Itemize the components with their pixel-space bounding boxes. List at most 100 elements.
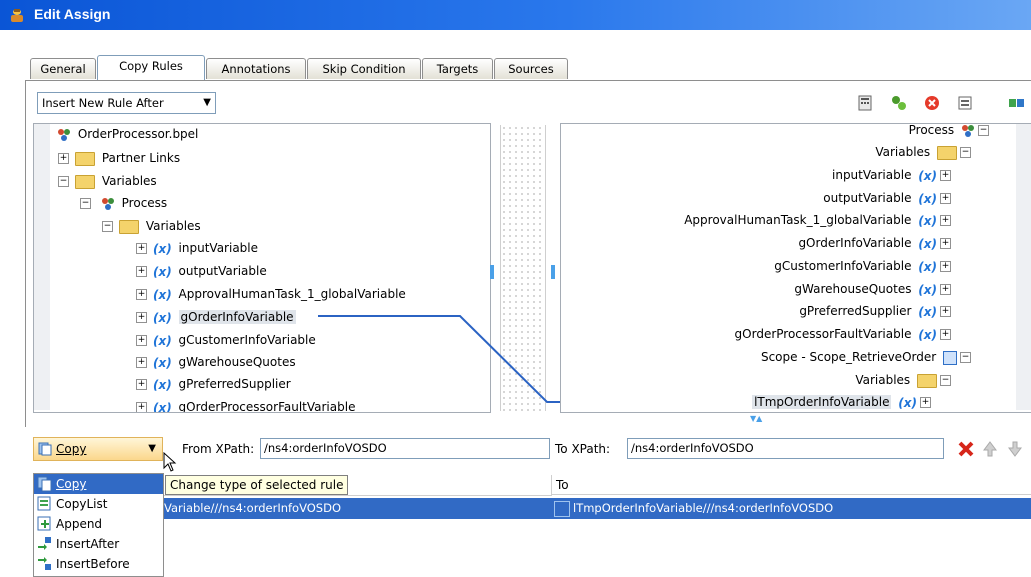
rule-type-dropdown[interactable]: Copy ▼ [33,437,163,461]
tree-node-label: Variables [875,145,931,159]
tree-node-variable[interactable]: + (x) gOrderProcessorFaultVariable [136,397,355,412]
expand-icon[interactable]: + [136,289,147,300]
expand-icon[interactable]: + [940,306,951,317]
tree-node-label: gPreferredSupplier [178,377,291,391]
tree-node-variable[interactable]: + (x) gWarehouseQuotes [136,352,296,372]
tree-node-variable[interactable]: gOrderProcessorFaultVariable (x) + [735,324,954,344]
expand-icon[interactable]: + [920,397,931,408]
insert-rule-dropdown[interactable]: Insert New Rule After ▼ [37,92,216,114]
variable-icon: (x) [918,259,937,274]
tree-node-variable[interactable]: outputVariable (x) + [823,188,954,208]
tree-node-variable-selected[interactable]: + (x) gOrderInfoVariable [136,307,296,327]
tree-node-root[interactable]: OrderProcessor.bpel [54,124,198,144]
tree-node-process-variables[interactable]: − Variables [102,216,201,236]
target-tree-scrollbar[interactable] [1016,124,1031,410]
expression-builder-icon[interactable] [857,94,875,112]
folder-open-icon [119,219,139,234]
move-up-icon[interactable] [983,441,997,457]
move-down-icon[interactable] [1008,441,1022,457]
tree-node-variable[interactable]: + (x) gPreferredSupplier [136,374,291,394]
tree-node-variable[interactable]: gCustomerInfoVariable (x) + [774,256,954,276]
tree-node-label: lTmpOrderInfoVariable [752,395,892,409]
tree-node-label: inputVariable [832,168,912,182]
tree-node-scope-variables[interactable]: Variables − [855,370,954,390]
variable-icon: (x) [153,310,172,325]
tree-node-process[interactable]: Process − [909,124,992,140]
expand-icon[interactable]: + [136,357,147,368]
source-tree[interactable]: OrderProcessor.bpel + Partner Links − Va… [33,123,491,413]
tab-skip-condition[interactable]: Skip Condition [307,58,421,79]
tree-node-label: gWarehouseQuotes [794,282,912,296]
source-tree-scrollbar[interactable] [34,124,50,410]
tree-node-variable[interactable]: gWarehouseQuotes (x) + [794,279,954,299]
expand-icon[interactable]: + [136,402,147,412]
folder-open-icon [917,373,937,388]
tab-sources[interactable]: Sources [494,58,568,79]
menu-item-insertbefore[interactable]: InsertBefore [34,554,163,574]
tree-node-variable[interactable]: gPreferredSupplier (x) + [799,301,954,321]
tree-node-partner-links[interactable]: + Partner Links [58,148,180,168]
expand-icon[interactable]: + [940,261,951,272]
tree-node-variables[interactable]: Variables − [875,142,974,162]
expand-icon[interactable]: + [136,266,147,277]
expand-icon[interactable]: + [940,238,951,249]
mapping-canvas[interactable] [500,125,546,411]
collapse-icon[interactable]: − [102,221,113,232]
expand-icon[interactable]: + [58,153,69,164]
tree-node-label: Partner Links [101,151,181,165]
tree-puzzle-icon[interactable] [890,94,908,112]
menu-item-copylist[interactable]: CopyList [34,494,163,514]
tab-copy-rules[interactable]: Copy Rules [97,55,205,80]
collapse-icon[interactable]: − [960,352,971,363]
expand-icon[interactable]: + [940,284,951,295]
tab-general[interactable]: General [30,58,96,79]
collapse-left-handle[interactable] [490,265,494,279]
copylist-icon [37,496,51,511]
delete-circle-icon[interactable] [923,94,941,112]
target-tree[interactable]: Process − Variables − inputVariable (x) +… [560,123,1031,413]
structure-icon[interactable] [956,94,974,112]
column-header-to[interactable]: To [552,475,1031,495]
expand-icon[interactable]: + [940,193,951,204]
menu-item-copy[interactable]: Copy [34,474,163,494]
to-xpath-input[interactable]: /ns4:orderInfoVOSDO [627,438,944,459]
expand-icon[interactable]: + [940,215,951,226]
mapper-icon[interactable] [1007,94,1025,112]
tab-targets[interactable]: Targets [422,58,493,79]
tree-node-label: Variables [855,373,911,387]
tree-node-variable[interactable]: + (x) ApprovalHumanTask_1_globalVariable [136,284,406,304]
expand-icon[interactable]: + [940,329,951,340]
menu-item-label: InsertBefore [56,557,130,571]
process-icon [101,197,114,210]
insert-before-icon [38,557,51,570]
tree-node-variable[interactable]: inputVariable (x) + [832,165,954,185]
tree-node-process[interactable]: − Process [80,193,167,213]
tree-node-variable[interactable]: gOrderInfoVariable (x) + [798,233,954,253]
tree-node-variable[interactable]: ApprovalHumanTask_1_globalVariable (x) + [684,210,954,230]
tree-node-variables[interactable]: − Variables [58,171,157,191]
collapse-icon[interactable]: − [80,198,91,209]
expand-icon[interactable]: + [136,312,147,323]
collapse-icon[interactable]: − [978,125,989,136]
variable-icon: (x) [918,282,937,297]
tab-annotations[interactable]: Annotations [206,58,306,79]
collapse-icon[interactable]: − [940,375,951,386]
collapse-icon[interactable]: − [58,176,69,187]
collapse-icon[interactable]: − [960,147,971,158]
splitter-arrows-icon[interactable]: ▼▲ [750,414,762,423]
tree-node-variable[interactable]: + (x) gCustomerInfoVariable [136,330,316,350]
expand-icon[interactable]: + [136,243,147,254]
delete-rule-icon[interactable] [958,441,974,457]
expand-icon[interactable]: + [940,170,951,181]
from-xpath-input[interactable]: /ns4:orderInfoVOSDO [260,438,550,459]
expand-icon[interactable]: + [136,379,147,390]
tree-node-scope-variable[interactable]: lTmpOrderInfoVariable (x) + [752,392,934,412]
tree-node-variable[interactable]: + (x) inputVariable [136,238,258,258]
table-row-selected[interactable]: Variable///ns4:orderInfoVOSDO lTmpOrderI… [163,498,1031,519]
menu-item-insertafter[interactable]: InsertAfter [34,534,163,554]
expand-icon[interactable]: + [136,335,147,346]
menu-item-append[interactable]: Append [34,514,163,534]
tree-node-variable[interactable]: + (x) outputVariable [136,261,267,281]
collapse-right-handle[interactable] [551,265,555,279]
tree-node-scope[interactable]: Scope - Scope_RetrieveOrder − [761,347,974,367]
